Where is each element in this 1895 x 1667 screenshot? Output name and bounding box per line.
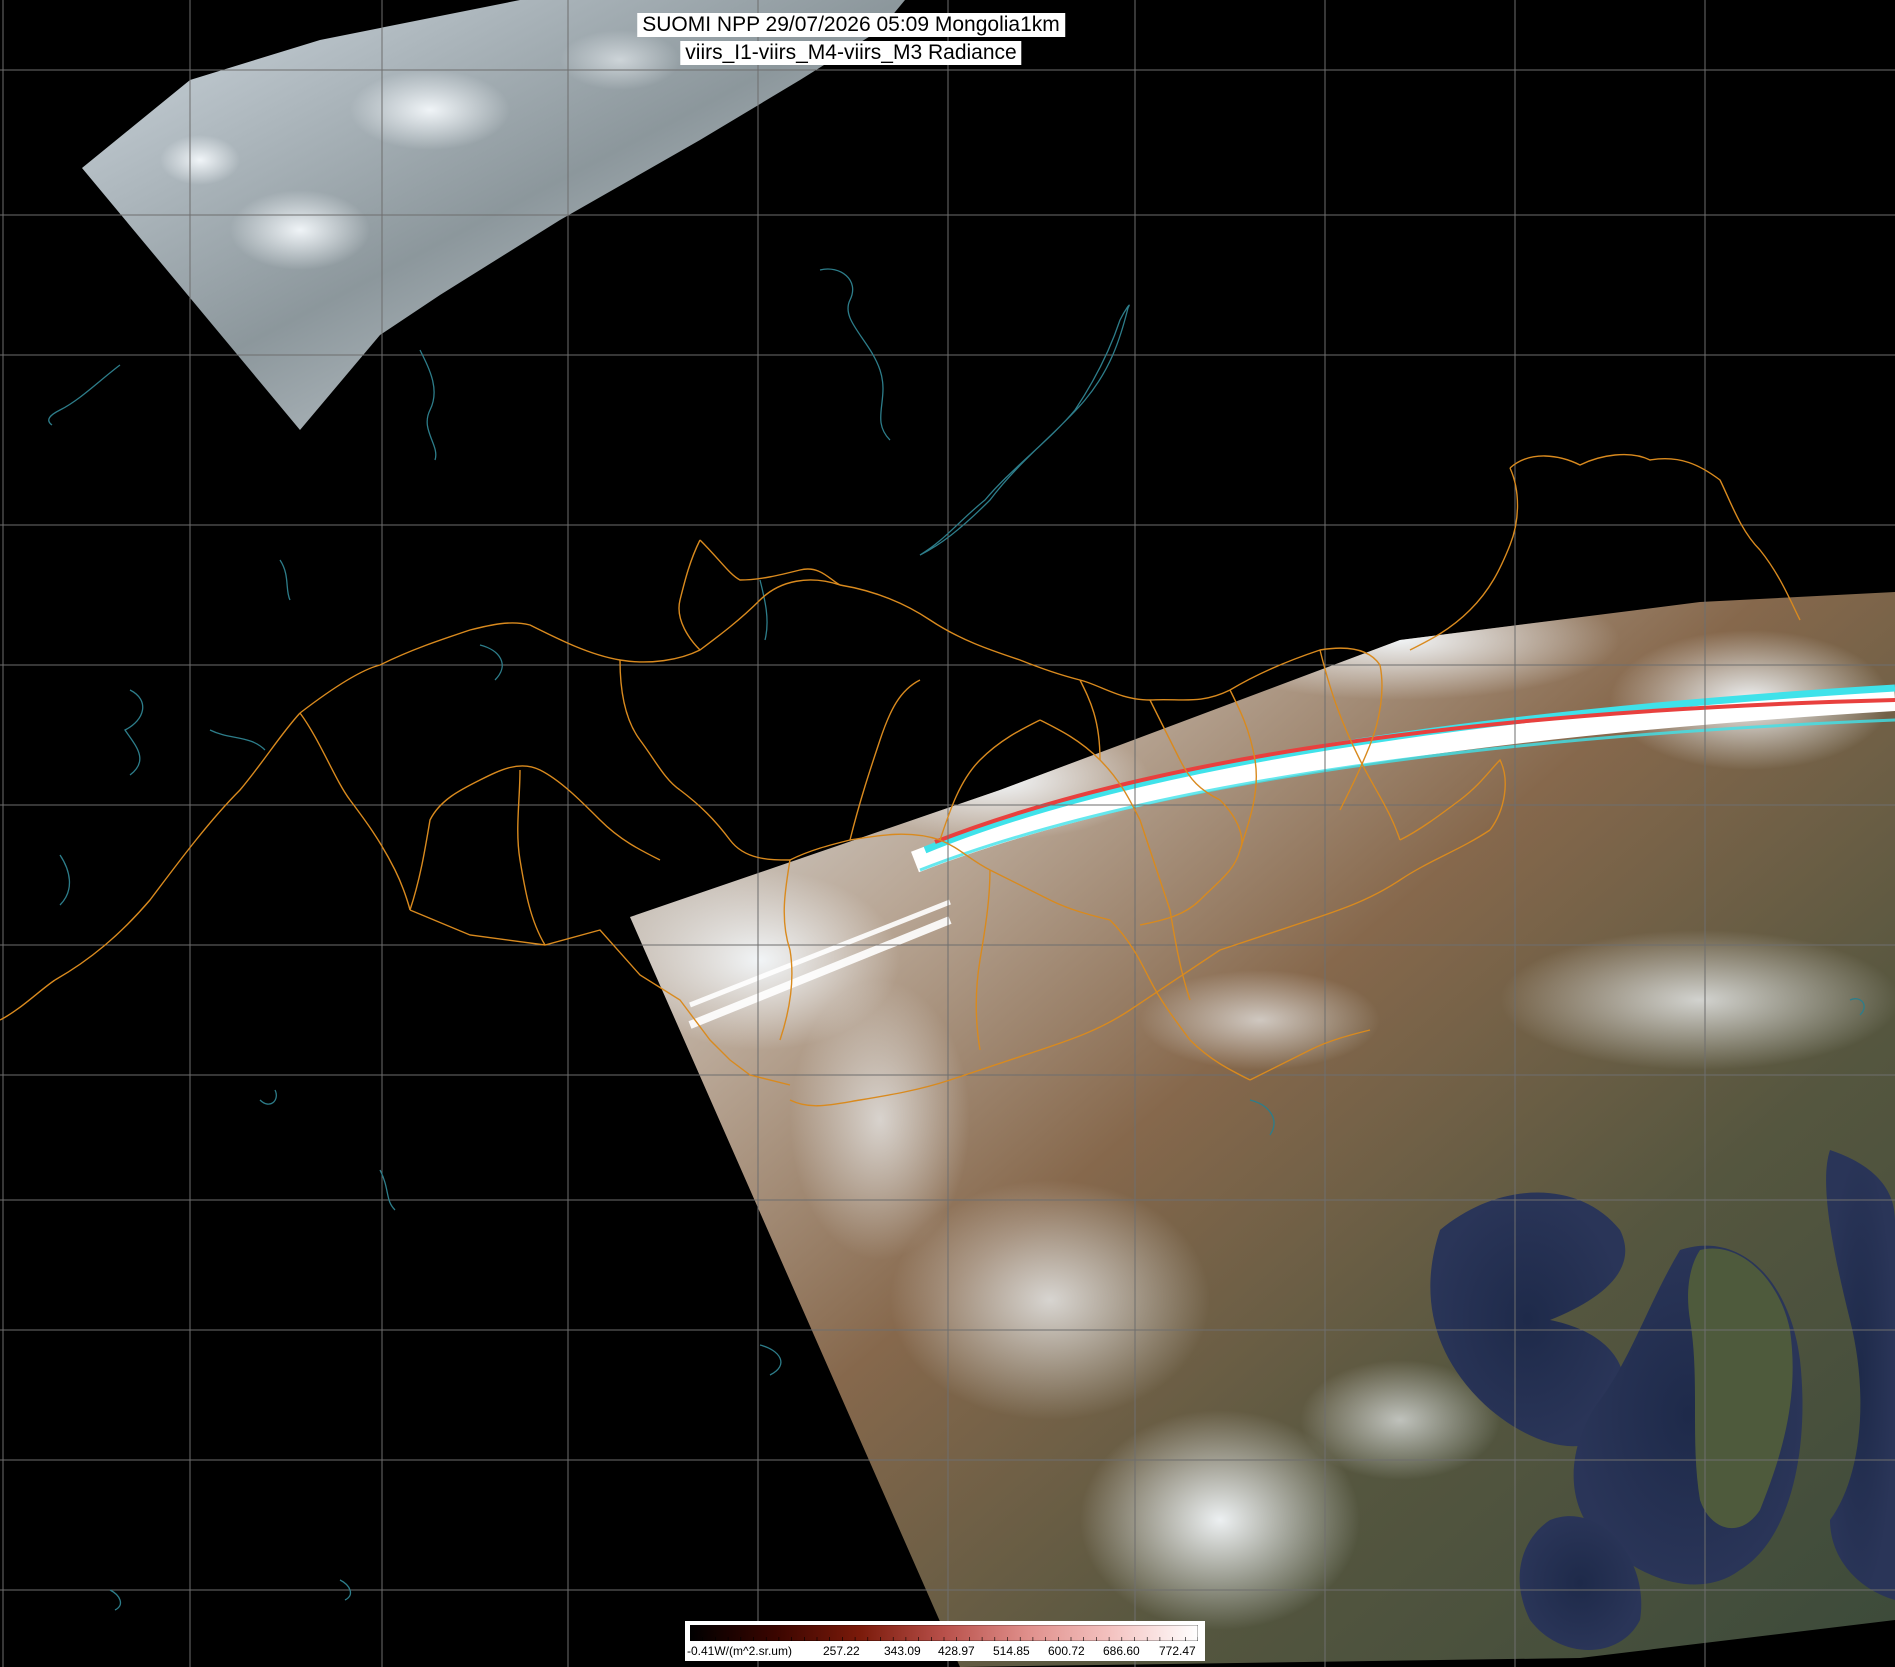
south-swath <box>630 592 1895 1667</box>
map-title-line-2: viirs_I1-viirs_M4-viirs_M3 Radiance <box>680 41 1022 65</box>
colorbar-label: -0.41W/(m^2.sr.um) <box>687 1644 792 1658</box>
colorbar-label: 514.85 <box>993 1644 1030 1658</box>
colorbar-labels: -0.41W/(m^2.sr.um) 257.22 343.09 428.97 514.… <box>685 1642 1205 1660</box>
colorbar-label: 772.47 <box>1159 1644 1196 1658</box>
colorbar-label: 428.97 <box>938 1644 975 1658</box>
colorbar-legend: -0.41W/(m^2.sr.um) 257.22 343.09 428.97 514.… <box>685 1621 1205 1661</box>
colorbar-label: 257.22 <box>823 1644 860 1658</box>
colorbar-label: 343.09 <box>884 1644 921 1658</box>
satellite-map <box>0 0 1895 1667</box>
colorbar-ramp <box>690 1625 1198 1641</box>
colorbar-label: 686.60 <box>1103 1644 1140 1658</box>
colorbar-label: 600.72 <box>1048 1644 1085 1658</box>
map-title-line-1: SUOMI NPP 29/07/2026 05:09 Mongolia1km <box>637 13 1065 37</box>
